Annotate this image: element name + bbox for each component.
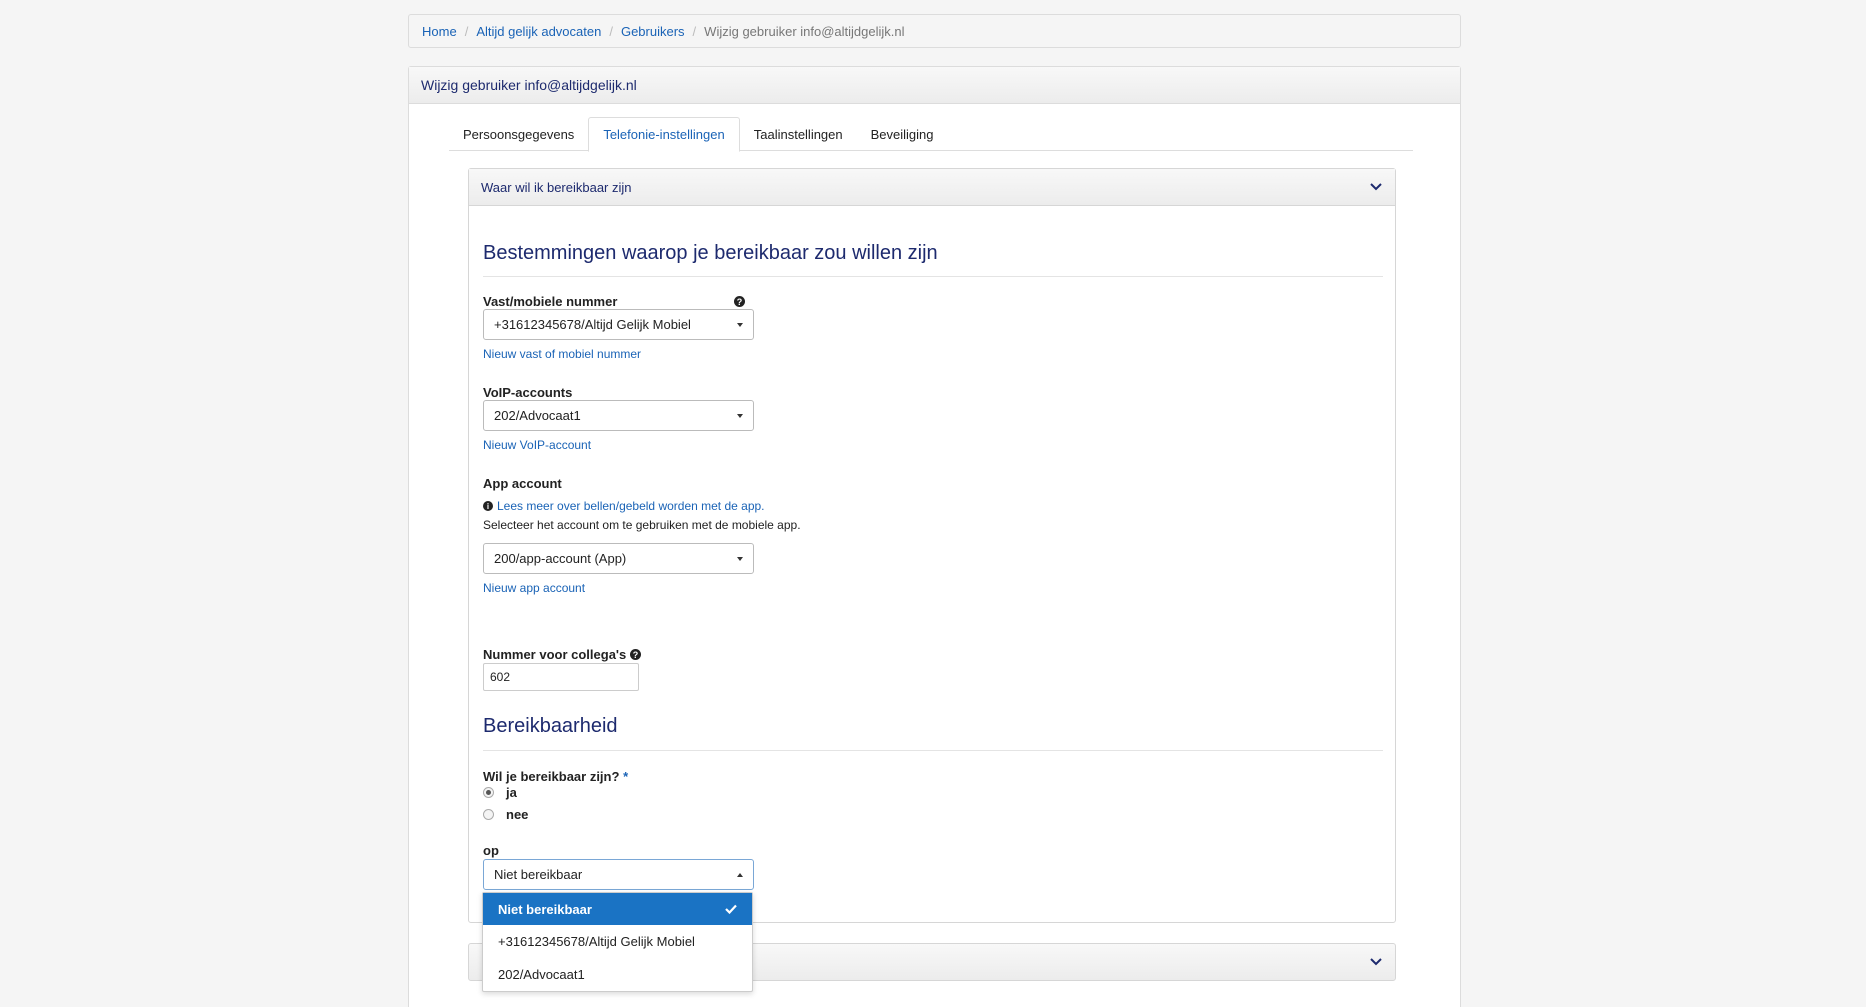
op-select[interactable]: Niet bereikbaar <box>483 859 754 890</box>
divider <box>483 276 1383 277</box>
app-account-select[interactable]: 200/app-account (App) <box>483 543 754 574</box>
voip-label: VoIP-accounts <box>483 385 573 400</box>
caret-down-icon <box>737 556 743 561</box>
caret-down-icon <box>737 322 743 327</box>
voip-value: 202/Advocaat1 <box>494 408 581 423</box>
op-label: op <box>483 843 499 858</box>
accordion-header[interactable]: Waar wil ik bereikbaar zijn <box>469 169 1395 206</box>
tab-security[interactable]: Beveiliging <box>857 117 948 151</box>
dropdown-option-label: Niet bereikbaar <box>498 901 592 917</box>
radio-ja-label: ja <box>506 785 517 800</box>
tab-personal[interactable]: Persoonsgegevens <box>449 117 588 151</box>
breadcrumb: Home / Altijd gelijk advocaten / Gebruik… <box>408 14 1461 48</box>
voip-select[interactable]: 202/Advocaat1 <box>483 400 754 431</box>
new-voip-link[interactable]: Nieuw VoIP-account <box>483 438 591 452</box>
dropdown-option-label: 202/Advocaat1 <box>498 967 585 982</box>
dropdown-option-voip[interactable]: 202/Advocaat1 <box>483 958 752 991</box>
help-icon[interactable]: ? <box>734 296 745 307</box>
destinations-heading: Bestemmingen waarop je bereikbaar zou wi… <box>483 242 938 264</box>
breadcrumb-separator: / <box>692 23 697 39</box>
tab-telephony[interactable]: Telefonie-instellingen <box>588 117 740 152</box>
op-value: Niet bereikbaar <box>494 867 583 882</box>
chevron-down-icon[interactable] <box>1369 180 1383 194</box>
dropdown-option-not-reachable[interactable]: Niet bereikbaar <box>483 893 752 925</box>
check-icon <box>725 904 737 914</box>
breadcrumb-users[interactable]: Gebruikers <box>621 24 685 39</box>
chevron-down-icon[interactable] <box>1369 955 1383 969</box>
dropdown-option-mobile[interactable]: +31612345678/Altijd Gelijk Mobiel <box>483 925 752 958</box>
colleague-number-label: Nummer voor collega's <box>483 647 627 662</box>
reachability-accordion: Waar wil ik bereikbaar zijn Bestemmingen… <box>468 168 1396 923</box>
divider <box>483 750 1383 751</box>
radio-ja[interactable] <box>483 787 494 798</box>
reachability-heading: Bereikbaarheid <box>483 715 618 737</box>
caret-up-icon <box>737 872 743 877</box>
fixed-mobile-label: Vast/mobiele nummer <box>483 294 618 309</box>
radio-nee-label: nee <box>506 807 529 822</box>
reachable-question-label: Wil je bereikbaar zijn? * <box>483 769 628 784</box>
tab-bar: Persoonsgegevens Telefonie-instellingen … <box>449 117 1413 152</box>
help-icon[interactable]: ? <box>630 649 641 660</box>
panel-title: Wijzig gebruiker info@altijdgelijk.nl <box>409 67 1460 104</box>
colleague-number-input[interactable]: 602 <box>483 663 639 691</box>
new-app-account-link[interactable]: Nieuw app account <box>483 581 585 595</box>
breadcrumb-separator: / <box>609 23 613 39</box>
breadcrumb-separator: / <box>464 23 469 39</box>
reachable-question-text: Wil je bereikbaar zijn? <box>483 769 620 784</box>
fixed-mobile-value: +31612345678/Altijd Gelijk Mobiel <box>494 317 691 332</box>
breadcrumb-home[interactable]: Home <box>422 24 457 39</box>
app-account-label: App account <box>483 476 562 491</box>
caret-down-icon <box>737 413 743 418</box>
radio-option-nee[interactable]: nee <box>483 807 528 822</box>
app-account-value: 200/app-account (App) <box>494 551 627 566</box>
app-info-link[interactable]: Lees meer over bellen/gebeld worden met … <box>497 499 765 513</box>
required-marker: * <box>623 769 629 784</box>
dropdown-option-label: +31612345678/Altijd Gelijk Mobiel <box>498 934 695 949</box>
breadcrumb-org[interactable]: Altijd gelijk advocaten <box>476 24 601 39</box>
edit-user-panel: Wijzig gebruiker info@altijdgelijk.nl Pe… <box>408 66 1461 1007</box>
app-help-text: Selecteer het account om te gebruiken me… <box>483 518 801 532</box>
radio-option-ja[interactable]: ja <box>483 785 517 800</box>
app-info-row: i Lees meer over bellen/gebeld worden me… <box>483 499 765 513</box>
tab-language[interactable]: Taalinstellingen <box>740 117 857 151</box>
new-fixed-mobile-link[interactable]: Nieuw vast of mobiel nummer <box>483 347 641 361</box>
accordion-title: Waar wil ik bereikbaar zijn <box>481 179 632 195</box>
radio-nee[interactable] <box>483 809 494 820</box>
info-icon: i <box>483 501 493 511</box>
breadcrumb-current: Wijzig gebruiker info@altijdgelijk.nl <box>704 23 905 39</box>
op-dropdown-menu: Niet bereikbaar +31612345678/Altijd Geli… <box>482 892 753 992</box>
fixed-mobile-select[interactable]: +31612345678/Altijd Gelijk Mobiel <box>483 309 754 340</box>
